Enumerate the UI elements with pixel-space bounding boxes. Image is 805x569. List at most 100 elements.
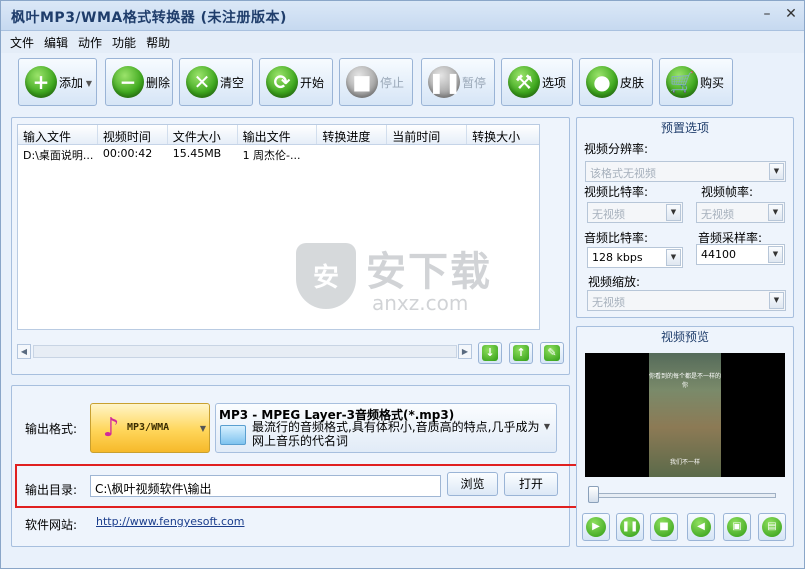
pause-preview-button[interactable]: ❚❚ [616, 513, 644, 541]
chevron-down-icon: ▼ [666, 204, 681, 221]
open-button[interactable]: 打开 [504, 472, 558, 496]
camera-icon: ▣ [727, 517, 747, 537]
column-header[interactable]: 当前时间 [387, 125, 468, 144]
video-bitrate-label: 视频比特率: [584, 185, 649, 199]
add-button[interactable]: + 添加 ▼ [18, 58, 97, 106]
folder-icon [220, 425, 246, 445]
video-resolution-select[interactable]: 该格式无视频 ▼ [585, 161, 786, 182]
delete-button[interactable]: − 删除 [105, 58, 173, 106]
open-folder-button[interactable]: ▤ [758, 513, 786, 541]
move-up-button[interactable]: ↑ [509, 342, 533, 364]
horizontal-scrollbar[interactable]: ◀ ▶ [17, 344, 472, 359]
plus-icon: + [25, 66, 57, 98]
seek-slider-track[interactable] [590, 493, 776, 498]
watermark: 安 安下载 anxz.com [296, 239, 526, 319]
buy-button[interactable]: 🛒 购买 [659, 58, 733, 106]
video-preview-title: 视频预览 [660, 330, 709, 344]
format-button-label: MP3/WMA [127, 422, 170, 433]
video-fps-label: 视频帧率: [701, 185, 754, 199]
cell-video-time: 00:00:42 [102, 147, 153, 160]
menu-function[interactable]: 功能 [107, 31, 141, 51]
volume-button[interactable]: ◀ [687, 513, 715, 541]
scroll-left-icon[interactable]: ◀ [17, 344, 31, 359]
skin-label: 皮肤 [620, 75, 645, 90]
audio-bitrate-select[interactable]: 128 kbps ▼ [587, 247, 683, 268]
cell-converted-size [467, 145, 539, 162]
pause-icon: ❚❚ [620, 517, 640, 537]
watermark-url: anxz.com [372, 291, 469, 315]
window-title: 枫叶MP3/WMA格式转换器 (未注册版本) [11, 10, 287, 26]
close-button[interactable]: ✕ [782, 7, 800, 23]
clear-button[interactable]: ✕ 清空 [179, 58, 253, 106]
move-down-button[interactable]: ↓ [478, 342, 502, 364]
audio-samplerate-select[interactable]: 44100 ▼ [696, 244, 785, 265]
buy-label: 购买 [700, 75, 725, 90]
column-header[interactable]: 文件大小 [168, 125, 238, 144]
video-scale-select[interactable]: 无视频 ▼ [587, 290, 786, 311]
format-select-button[interactable]: ♪ MP3/WMA ▼ [90, 403, 210, 453]
clear-x-icon: ✕ [186, 66, 218, 98]
skin-button[interactable]: ● 皮肤 [579, 58, 653, 106]
menu-bar: 文件 编辑 动作 功能 帮助 [1, 31, 804, 53]
cell-file-size: 15.45MB [172, 147, 222, 160]
add-label: 添加 [59, 75, 84, 90]
menu-help[interactable]: 帮助 [141, 31, 175, 51]
cell-output-file: 1 周杰伦-... [242, 149, 301, 162]
stop-preview-button[interactable]: ■ [650, 513, 678, 541]
toolbar: + 添加 ▼ − 删除 ✕ 清空 ⟳ 开始 ■ 停止 ❚❚ 暂停 ⚒ 选项 ● [9, 55, 799, 111]
video-bitrate-select[interactable]: 无视频 ▼ [587, 202, 683, 223]
column-header[interactable]: 输入文件 [18, 125, 98, 144]
chevron-down-icon: ▼ [768, 204, 783, 221]
refresh-icon: ⟳ [266, 66, 298, 98]
chevron-down-icon: ▼ [769, 163, 784, 180]
minimize-button[interactable]: – [758, 7, 776, 23]
play-button[interactable]: ▶ [582, 513, 610, 541]
stop-icon: ■ [346, 66, 378, 98]
file-list-header: 输入文件 视频时间 文件大小 输出文件 转换进度 当前时间 转换大小 [18, 125, 539, 145]
pause-button[interactable]: ❚❚ 暂停 [421, 58, 495, 106]
delete-label: 删除 [146, 75, 171, 90]
scroll-track[interactable] [33, 345, 457, 358]
video-scale-label: 视频缩放: [588, 275, 641, 289]
options-button[interactable]: ⚒ 选项 [501, 58, 573, 106]
video-frame: 你看到的每个都是不一样的你 我们不一样 [649, 353, 721, 477]
stop-button[interactable]: ■ 停止 [339, 58, 413, 106]
table-row[interactable]: D:\桌面说明... 00:00:42 15.45MB 1 周杰伦-... [18, 145, 539, 162]
video-resolution-label: 视频分辨率: [584, 142, 649, 156]
column-header[interactable]: 转换进度 [317, 125, 388, 144]
chevron-down-icon: ▼ [543, 422, 550, 431]
watermark-shield-text: 安 [312, 263, 339, 293]
audio-bitrate-value: 128 kbps [592, 251, 643, 264]
format-description-dropdown[interactable]: MP3 - MPEG Layer-3音频格式(*.mp3) 最流行的音频格式,具… [215, 403, 557, 453]
app-window: 枫叶MP3/WMA格式转换器 (未注册版本) – ✕ 文件 编辑 动作 功能 帮助 + … [0, 0, 805, 569]
video-scale-value: 无视频 [592, 296, 625, 309]
chevron-down-icon: ▼ [768, 246, 783, 263]
music-note-icon: ♪ [102, 413, 120, 443]
chevron-down-icon: ▼ [769, 292, 784, 309]
scroll-right-icon[interactable]: ▶ [458, 344, 472, 359]
audio-samplerate-value: 44100 [701, 248, 736, 261]
watermark-text: 安下载 [366, 249, 492, 295]
seek-slider-thumb[interactable] [588, 486, 599, 503]
menu-edit[interactable]: 编辑 [39, 31, 73, 51]
preview-caption-top: 你看到的每个都是不一样的你 [649, 373, 722, 389]
website-link[interactable]: http://www.fengyesoft.com [96, 515, 245, 528]
output-dir-input[interactable]: C:\枫叶视频软件\输出 [90, 475, 441, 497]
arrow-up-icon: ↑ [513, 345, 529, 361]
column-header[interactable]: 视频时间 [98, 125, 168, 144]
play-icon: ▶ [586, 517, 606, 537]
pause-icon: ❚❚ [428, 66, 462, 98]
video-bitrate-value: 无视频 [592, 208, 625, 221]
start-button[interactable]: ⟳ 开始 [259, 58, 333, 106]
column-header[interactable]: 输出文件 [238, 125, 318, 144]
column-header[interactable]: 转换大小 [467, 125, 539, 144]
chevron-down-icon: ▼ [666, 249, 681, 266]
menu-file[interactable]: 文件 [5, 31, 39, 51]
video-fps-select[interactable]: 无视频 ▼ [696, 202, 785, 223]
video-fps-value: 无视频 [701, 208, 734, 221]
edit-button[interactable]: ✎ [540, 342, 564, 364]
menu-action[interactable]: 动作 [73, 31, 107, 51]
apple-icon: ● [586, 66, 618, 98]
snapshot-button[interactable]: ▣ [723, 513, 751, 541]
browse-button[interactable]: 浏览 [447, 472, 498, 496]
